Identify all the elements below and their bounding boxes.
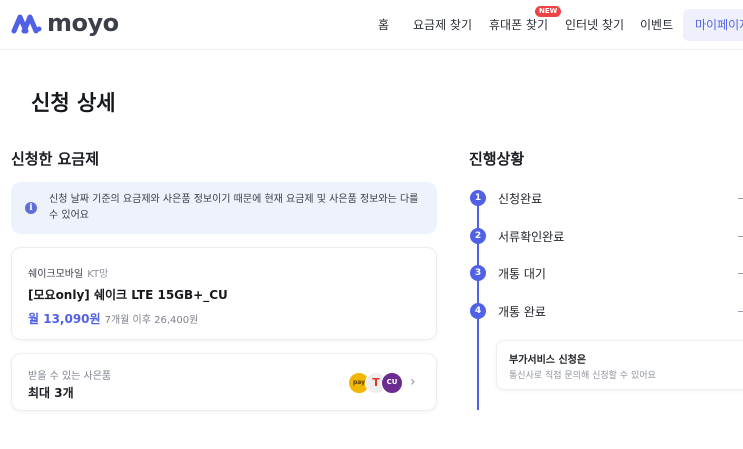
addon-description: 통신사로 직접 문의해 신청할 수 있어요 bbox=[509, 371, 656, 381]
network-type: KT망 bbox=[87, 269, 109, 280]
price-line: 월 13,090원 7개월 이후 26,400원 bbox=[28, 308, 198, 327]
step-1-label: 신청완료 bbox=[498, 192, 543, 206]
addon-service-card: 부가서비스 신청은 통신사로 직접 문의해 신청할 수 있어요 bbox=[496, 340, 743, 390]
carrier-name: 쉐이크모바일 bbox=[28, 269, 84, 280]
top-header: moyo 홈 요금제 찾기 휴대폰 찾기 NEW 인터넷 찾기 이벤트 마이페이… bbox=[0, 0, 743, 50]
cu-brand-icon: CU bbox=[381, 372, 403, 394]
plan-section-title: 신청한 요금제 bbox=[11, 150, 100, 168]
step-2-label: 서류확인완료 bbox=[498, 230, 565, 244]
plan-name: [모요only] 쉐이크 LTE 15GB+_CU bbox=[28, 288, 228, 302]
step-1-dot: 1 bbox=[470, 190, 486, 206]
logo-text: moyo bbox=[47, 9, 119, 37]
step-2-tick bbox=[738, 236, 743, 237]
moyo-logo[interactable]: moyo bbox=[11, 11, 119, 35]
new-badge: NEW bbox=[535, 6, 562, 17]
info-icon: i bbox=[25, 202, 37, 214]
carrier-line: 쉐이크모바일 KT망 bbox=[28, 265, 108, 280]
gift-label: 받을 수 있는 사은품 bbox=[28, 371, 112, 382]
progress-section-title: 진행상황 bbox=[469, 150, 525, 168]
step-3-tick bbox=[738, 273, 743, 274]
page-title: 신청 상세 bbox=[31, 91, 116, 115]
step-1-tick bbox=[738, 198, 743, 199]
step-3-dot: 3 bbox=[470, 265, 486, 281]
notice-box: i 신청 날짜 기준의 요금제와 사은품 정보이기 때문에 현재 요금제 및 사… bbox=[11, 182, 437, 234]
step-3-label: 개통 대기 bbox=[498, 267, 546, 281]
addon-title: 부가서비스 신청은 bbox=[509, 355, 587, 366]
application-detail-page: moyo 홈 요금제 찾기 휴대폰 찾기 NEW 인터넷 찾기 이벤트 마이페이… bbox=[0, 0, 743, 449]
gift-card[interactable]: 받을 수 있는 사은품 최대 3개 pay T CU › bbox=[11, 353, 437, 411]
moyo-logo-icon bbox=[11, 14, 42, 34]
monthly-price: 월 13,090원 bbox=[28, 312, 101, 326]
nav-plan-search[interactable]: 요금제 찾기 bbox=[413, 0, 472, 50]
gift-icons: pay T CU bbox=[348, 372, 408, 394]
gift-count: 최대 3개 bbox=[28, 386, 74, 400]
step-2-dot: 2 bbox=[470, 228, 486, 244]
step-4-label: 개통 완료 bbox=[498, 305, 546, 319]
step-4-dot: 4 bbox=[470, 303, 486, 319]
nav-internet-search[interactable]: 인터넷 찾기 bbox=[565, 0, 624, 50]
plan-card[interactable]: 쉐이크모바일 KT망 [모요only] 쉐이크 LTE 15GB+_CU 월 13… bbox=[11, 247, 437, 340]
nav-mypage[interactable]: 마이페이지 bbox=[683, 9, 743, 41]
nav-events[interactable]: 이벤트 bbox=[640, 0, 673, 50]
notice-text: 신청 날짜 기준의 요금제와 사은품 정보이기 때문에 현재 요금제 및 사은품… bbox=[49, 194, 419, 221]
nav-home[interactable]: 홈 bbox=[378, 0, 389, 50]
after-promo-price: 7개월 이후 26,400원 bbox=[104, 315, 199, 326]
step-4-tick bbox=[738, 311, 743, 312]
chevron-right-icon[interactable]: › bbox=[410, 374, 416, 390]
